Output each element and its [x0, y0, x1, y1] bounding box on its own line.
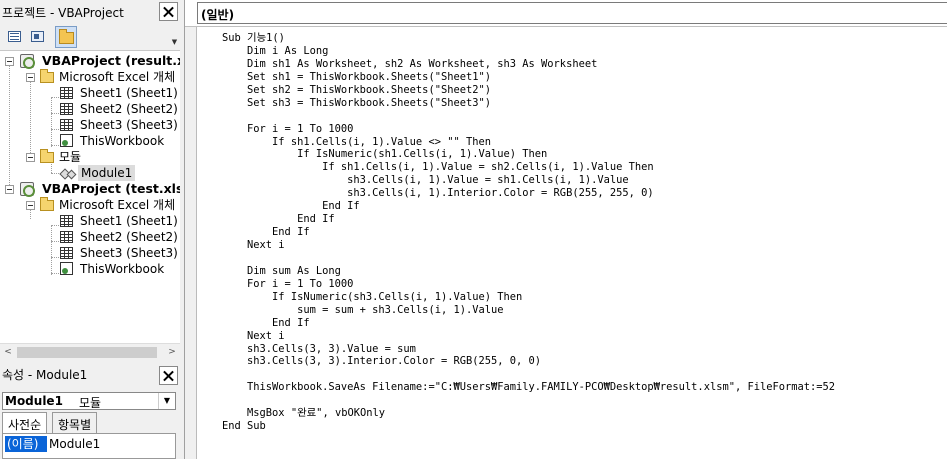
project-explorer-title: 프로젝트 - VBAProject — [2, 6, 124, 20]
scroll-left-icon[interactable]: < — [1, 346, 15, 359]
code-line[interactable]: sum = sum + sh3.Cells(i, 1).Value — [222, 304, 835, 317]
sheet-icon — [60, 103, 73, 115]
property-name: (이름) — [5, 436, 47, 452]
toggle-folders-button[interactable] — [55, 26, 77, 48]
code-line[interactable]: End If — [222, 213, 835, 226]
code-line[interactable]: If sh1.Cells(i, 1).Value <> "" Then — [222, 136, 835, 149]
code-line[interactable]: If IsNumeric(sh1.Cells(i, 1).Value) Then — [222, 148, 835, 161]
code-line[interactable]: If sh1.Cells(i, 1).Value = sh2.Cells(i, … — [222, 161, 835, 174]
tab-categorized[interactable]: 항목별 — [52, 412, 98, 433]
code-line[interactable]: Set sh1 = ThisWorkbook.Sheets("Sheet1") — [222, 71, 835, 84]
properties-title: 속성 - Module1 — [2, 368, 88, 382]
scroll-right-icon[interactable]: > — [165, 346, 179, 359]
properties-grid: (이름) Module1 — [2, 433, 176, 459]
code-line[interactable] — [222, 394, 835, 407]
chevron-down-icon[interactable]: ▼ — [170, 38, 179, 47]
sheet-icon — [60, 247, 73, 259]
code-line[interactable]: Next i — [222, 239, 835, 252]
object-type: 모듈 — [79, 396, 102, 410]
code-line[interactable]: Dim sh1 As Worksheet, sh2 As Worksheet, … — [222, 58, 835, 71]
object-dropdown[interactable]: (일반) — [197, 2, 947, 24]
view-object-icon — [31, 31, 44, 42]
project-tree-horizontal-scrollbar[interactable]: < > — [0, 343, 180, 360]
view-code-icon — [8, 31, 21, 42]
scrollbar-thumb[interactable] — [17, 347, 157, 358]
code-line[interactable]: End Sub — [222, 420, 835, 433]
code-line[interactable]: Dim i As Long — [222, 45, 835, 58]
code-line[interactable]: End If — [222, 317, 835, 330]
project-tree: VBAProject (result.xl Microsoft Excel 개체… — [0, 50, 180, 343]
code-line[interactable]: If IsNumeric(sh3.Cells(i, 1).Value) Then — [222, 291, 835, 304]
property-row[interactable]: (이름) Module1 — [5, 436, 175, 452]
view-object-button[interactable] — [27, 26, 49, 48]
collapse-icon[interactable] — [26, 73, 35, 82]
property-value[interactable]: Module1 — [49, 436, 100, 452]
chevron-down-icon[interactable]: ▼ — [158, 393, 175, 409]
code-line[interactable]: Sub 기능1() — [222, 32, 835, 45]
close-project-explorer-button[interactable] — [159, 2, 178, 21]
code-line[interactable]: End If — [222, 226, 835, 239]
sheet-icon — [60, 231, 73, 243]
properties-titlebar: 속성 - Module1 — [0, 362, 180, 386]
properties-window: 속성 - Module1 Module1 모듈 ▼ 사전순 항목별 (이름) M… — [0, 362, 180, 459]
code-line[interactable] — [222, 368, 835, 381]
project-icon — [20, 182, 35, 197]
code-line[interactable]: Dim sum As Long — [222, 265, 835, 278]
tab-alphabetic[interactable]: 사전순 — [2, 412, 48, 434]
code-line[interactable]: MsgBox "완료", vbOKOnly — [222, 407, 835, 420]
workbook-icon — [60, 134, 73, 147]
project-explorer-titlebar: 프로젝트 - VBAProject — [0, 0, 180, 24]
project-explorer-toolbar: ▼ — [0, 24, 180, 50]
object-dropdown-value: (일반) — [201, 8, 235, 22]
close-properties-button[interactable] — [159, 366, 178, 385]
code-line[interactable] — [222, 110, 835, 123]
folder-icon — [40, 197, 54, 211]
folder-icon — [59, 29, 74, 44]
sheet-icon — [60, 87, 73, 99]
collapse-icon[interactable] — [5, 185, 14, 194]
code-text[interactable]: Sub 기능1() Dim i As Long Dim sh1 As Works… — [222, 32, 835, 433]
collapse-icon[interactable] — [5, 57, 14, 66]
collapse-icon[interactable] — [26, 153, 35, 162]
module-icon — [61, 167, 75, 179]
view-code-button[interactable] — [4, 26, 26, 48]
code-line[interactable]: Set sh2 = ThisWorkbook.Sheets("Sheet2") — [222, 84, 835, 97]
properties-tabs: 사전순 항목별 — [2, 412, 176, 434]
object-selector[interactable]: Module1 모듈 ▼ — [2, 392, 176, 410]
code-line[interactable]: For i = 1 To 1000 — [222, 278, 835, 291]
folder-icon — [40, 149, 54, 163]
workbook-icon — [60, 262, 73, 275]
sheet-icon — [60, 215, 73, 227]
code-line[interactable]: For i = 1 To 1000 — [222, 123, 835, 136]
object-name: Module1 — [5, 394, 63, 408]
project-explorer: 프로젝트 - VBAProject ▼ VBAProject (result.x… — [0, 0, 180, 362]
code-line[interactable]: End If — [222, 200, 835, 213]
margin-indicator-bar[interactable] — [185, 27, 197, 459]
code-line[interactable]: sh3.Cells(i, 1).Interior.Color = RGB(255… — [222, 187, 835, 200]
code-line[interactable]: sh3.Cells(3, 3).Value = sum — [222, 343, 835, 356]
code-window: (일반) Sub 기능1() Dim i As Long Dim sh1 As … — [184, 0, 947, 459]
code-editor[interactable]: Sub 기능1() Dim i As Long Dim sh1 As Works… — [185, 26, 947, 459]
code-line[interactable]: Set sh3 = ThisWorkbook.Sheets("Sheet3") — [222, 97, 835, 110]
code-line[interactable]: sh3.Cells(i, 1).Value = sh1.Cells(i, 1).… — [222, 174, 835, 187]
code-line[interactable]: sh3.Cells(3, 3).Interior.Color = RGB(255… — [222, 355, 835, 368]
code-line[interactable] — [222, 252, 835, 265]
collapse-icon[interactable] — [26, 201, 35, 210]
folder-icon — [40, 69, 54, 83]
sheet-icon — [60, 119, 73, 131]
code-line[interactable]: Next i — [222, 330, 835, 343]
project-icon — [20, 54, 35, 69]
code-line[interactable]: ThisWorkbook.SaveAs Filename:="C:₩Users₩… — [222, 381, 835, 394]
